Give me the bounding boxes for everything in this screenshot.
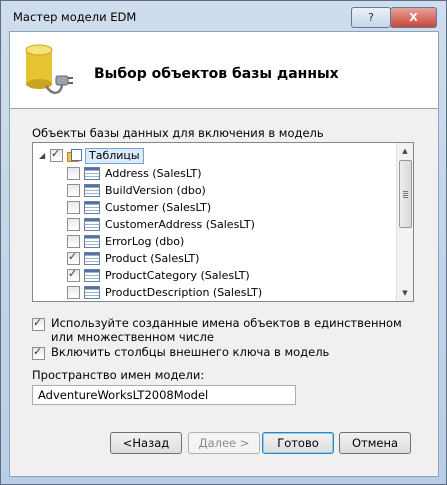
tree-scrollbar[interactable]: ▲ ▼ xyxy=(396,143,413,301)
tree-item[interactable]: ErrorLog (dbo) xyxy=(67,233,184,250)
table-icon xyxy=(84,218,100,231)
tree-item-label: BuildVersion (dbo) xyxy=(105,184,206,197)
tree-item-label: Product (SalesLT) xyxy=(105,252,200,265)
item-checkbox[interactable] xyxy=(67,235,80,248)
tree-root-label: Таблицы xyxy=(85,147,144,164)
db-objects-label: Объекты базы данных для включения в моде… xyxy=(32,126,324,140)
tree-item-label: ErrorLog (dbo) xyxy=(105,235,185,248)
item-checkbox[interactable] xyxy=(67,167,80,180)
table-icon xyxy=(84,201,100,214)
wizard-window: Мастер модели EDM ? X Выбор объектов баз… xyxy=(0,0,447,485)
tables-folder-icon xyxy=(67,149,82,162)
fk-checkbox[interactable] xyxy=(32,345,45,360)
collapse-triangle-icon[interactable]: ◢ xyxy=(39,151,47,160)
tree-item[interactable]: ProductDescription (SalesLT) xyxy=(67,284,262,301)
tree-item-label: Customer (SalesLT) xyxy=(105,201,212,214)
tables-checkbox[interactable] xyxy=(50,147,63,162)
namespace-label: Пространство имен модели: xyxy=(32,368,205,382)
close-icon: X xyxy=(409,11,418,24)
tree-item-label: ProductCategory (SalesLT) xyxy=(105,269,250,282)
singularize-checkbox[interactable] xyxy=(32,316,45,331)
scrollbar-thumb[interactable] xyxy=(399,160,412,228)
tree-item-label: Address (SalesLT) xyxy=(105,167,202,180)
tree-item[interactable]: Product (SalesLT) xyxy=(67,250,199,267)
fk-label: Включить столбцы внешнего ключа в модель xyxy=(51,345,330,359)
tree-item[interactable]: Customer (SalesLT) xyxy=(67,199,211,216)
title-bar[interactable]: Мастер модели EDM ? X xyxy=(1,1,446,31)
back-button[interactable]: <Назад xyxy=(110,432,182,454)
help-icon: ? xyxy=(368,11,374,24)
table-icon xyxy=(84,269,100,282)
database-plug-icon xyxy=(25,44,73,94)
wizard-header: Выбор объектов базы данных xyxy=(10,32,438,109)
wizard-body: Выбор объектов базы данных Объекты базы … xyxy=(9,31,439,477)
grip-icon xyxy=(403,191,408,198)
help-button[interactable]: ? xyxy=(351,7,391,28)
table-icon xyxy=(84,184,100,197)
singularize-label: Используйте созданные имена объектов в е… xyxy=(51,316,402,344)
table-icon xyxy=(84,286,100,299)
cancel-button[interactable]: Отмена xyxy=(339,432,411,454)
scroll-down-icon[interactable]: ▼ xyxy=(397,285,413,301)
item-checkbox[interactable] xyxy=(67,201,80,214)
finish-button[interactable]: Готово xyxy=(262,432,334,454)
item-checkbox[interactable] xyxy=(67,267,80,282)
page-title: Выбор объектов базы данных xyxy=(94,66,339,82)
fk-option[interactable]: Включить столбцы внешнего ключа в модель xyxy=(32,345,329,360)
next-button[interactable]: Далее > xyxy=(188,432,260,454)
table-icon xyxy=(84,167,100,180)
table-icon xyxy=(84,235,100,248)
item-checkbox[interactable] xyxy=(67,184,80,197)
item-checkbox[interactable] xyxy=(67,250,80,265)
tree-item[interactable]: BuildVersion (dbo) xyxy=(67,182,206,199)
table-icon xyxy=(84,252,100,265)
scroll-up-icon[interactable]: ▲ xyxy=(397,143,413,159)
tree-item-label: ProductDescription (SalesLT) xyxy=(105,286,263,299)
namespace-input[interactable] xyxy=(32,385,296,405)
item-checkbox[interactable] xyxy=(67,286,80,299)
db-objects-tree[interactable]: ◢ Таблицы Address (SalesLT) BuildVersion… xyxy=(32,142,414,302)
close-button[interactable]: X xyxy=(390,7,437,28)
tree-root-tables[interactable]: ◢ Таблицы xyxy=(39,147,144,164)
item-checkbox[interactable] xyxy=(67,218,80,231)
tree-item[interactable]: ProductCategory (SalesLT) xyxy=(67,267,250,284)
singularize-option[interactable]: Используйте созданные имена объектов в е… xyxy=(32,316,412,344)
window-title: Мастер модели EDM xyxy=(13,10,137,24)
tree-item-label: CustomerAddress (SalesLT) xyxy=(105,218,255,231)
tree-item[interactable]: CustomerAddress (SalesLT) xyxy=(67,216,255,233)
tree-item[interactable]: Address (SalesLT) xyxy=(67,165,202,182)
